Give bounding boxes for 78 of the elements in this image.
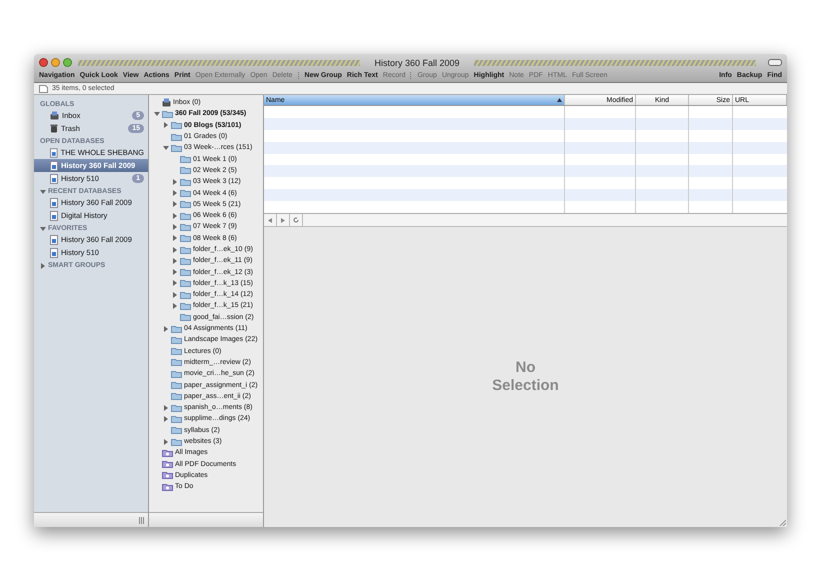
- back-arrow-icon: [268, 218, 272, 222]
- folder-icon: [171, 404, 182, 412]
- document-icon: [50, 248, 58, 258]
- folder-icon: [180, 256, 191, 265]
- sort-ascending-icon: [557, 98, 562, 102]
- folder-icon: [180, 212, 191, 220]
- folder-icon: [171, 370, 182, 378]
- reload-icon: [293, 217, 299, 223]
- folder-icon: [180, 166, 191, 174]
- folder-icon: [180, 222, 191, 231]
- smart-folder-icon: [162, 482, 173, 491]
- folder-icon: [180, 268, 191, 276]
- folder-icon: [180, 200, 191, 208]
- disclosure-triangle-icon[interactable]: [172, 201, 178, 208]
- smart-folder-icon: [162, 460, 173, 468]
- disclosure-triangle-icon[interactable]: [172, 224, 178, 230]
- trash-can-icon: [50, 124, 58, 133]
- document-icon: [50, 198, 58, 208]
- folder-icon: [171, 358, 182, 366]
- folder-icon: [180, 155, 191, 164]
- document-icon: [50, 234, 58, 244]
- folder-icon: [171, 392, 182, 400]
- disclosure-triangle-icon[interactable]: [162, 404, 168, 411]
- disclosure-triangle-icon[interactable]: [40, 188, 46, 194]
- folder-icon: [180, 302, 191, 310]
- folder-icon: [171, 121, 182, 130]
- disclosure-triangle-icon[interactable]: [162, 326, 168, 332]
- document-icon: [50, 148, 58, 158]
- folder-icon: [180, 246, 191, 254]
- resize-grip-icon[interactable]: [139, 516, 144, 524]
- folder-icon: [180, 290, 191, 299]
- disclosure-triangle-icon[interactable]: [154, 110, 160, 117]
- folder-icon: [171, 347, 182, 356]
- folder-icon: [180, 313, 191, 322]
- disclosure-triangle-icon[interactable]: [172, 292, 178, 298]
- folder-icon: [171, 414, 182, 423]
- smart-folder-icon: [162, 471, 173, 480]
- document-icon: [50, 160, 58, 170]
- folder-icon: [171, 426, 182, 434]
- disclosure-triangle-icon[interactable]: [40, 262, 46, 268]
- inbox-tray-icon: [162, 98, 171, 108]
- window-title: History 360 Fall 2009: [373, 58, 461, 68]
- zoom-button[interactable]: [63, 58, 72, 67]
- document-icon: [50, 210, 58, 220]
- empty-preview-message: No Selection: [491, 359, 560, 395]
- folder-icon: [180, 189, 191, 198]
- folder-icon: [171, 438, 182, 446]
- folder-icon: [171, 132, 182, 141]
- inbox-tray-icon: [50, 111, 59, 120]
- minimize-button[interactable]: [51, 58, 60, 67]
- toolbar-toggle-button[interactable]: [768, 59, 782, 66]
- disclosure-triangle-icon[interactable]: [40, 226, 46, 232]
- disclosure-triangle-icon[interactable]: [162, 416, 168, 422]
- folder-icon: [171, 336, 182, 344]
- disclosure-triangle-icon[interactable]: [172, 258, 178, 264]
- disclosure-triangle-icon[interactable]: [162, 438, 168, 445]
- smart-folder-icon: [162, 448, 173, 457]
- resize-grip-icon[interactable]: [778, 518, 786, 526]
- document-icon: [50, 174, 58, 184]
- disclosure-triangle-icon[interactable]: [172, 246, 178, 252]
- folder-icon: [162, 110, 173, 118]
- folder-icon: [171, 324, 182, 333]
- disclosure-triangle-icon[interactable]: [162, 122, 168, 128]
- disclosure-triangle-icon[interactable]: [172, 235, 178, 242]
- folder-icon: [180, 234, 191, 242]
- disclosure-triangle-icon[interactable]: [172, 302, 178, 309]
- disclosure-triangle-icon[interactable]: [162, 144, 168, 151]
- disclosure-triangle-icon[interactable]: [172, 212, 178, 219]
- forward-arrow-icon: [281, 218, 285, 222]
- close-button[interactable]: [39, 58, 48, 67]
- folder-icon: [171, 144, 182, 152]
- folder-icon: [180, 279, 191, 288]
- disclosure-triangle-icon[interactable]: [172, 178, 178, 185]
- disclosure-triangle-icon[interactable]: [172, 190, 178, 196]
- folder-icon: [171, 381, 182, 390]
- folder-icon: [180, 178, 191, 186]
- disclosure-triangle-icon[interactable]: [172, 269, 178, 276]
- disclosure-triangle-icon[interactable]: [172, 280, 178, 286]
